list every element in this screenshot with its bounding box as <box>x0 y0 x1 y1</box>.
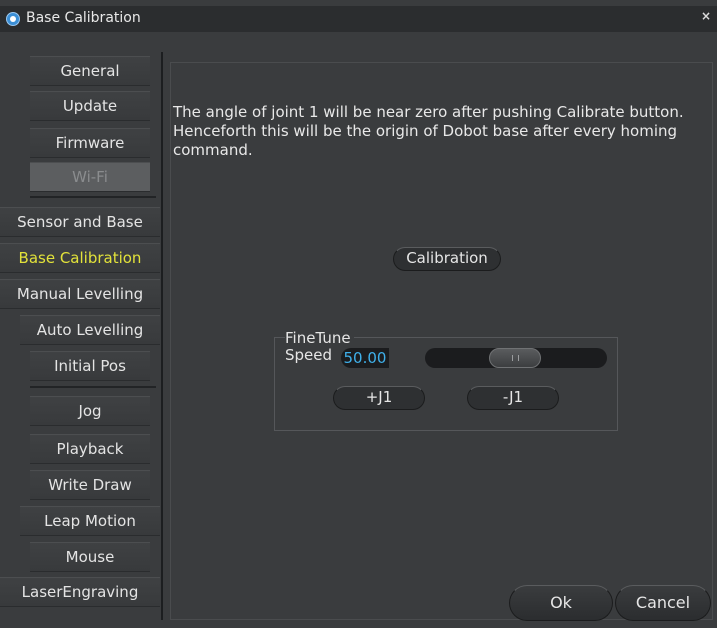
sidebar-item-mouse[interactable]: Mouse <box>30 542 150 572</box>
sidebar-divider <box>30 196 156 198</box>
speed-label: Speed <box>285 346 333 364</box>
speed-slider-handle[interactable] <box>489 348 541 368</box>
sidebar-panel-divider <box>161 52 163 620</box>
title-bar-underline <box>0 32 717 44</box>
sidebar-item-initial-pos[interactable]: Initial Pos <box>30 351 150 381</box>
sidebar-item-wifi[interactable]: Wi-Fi <box>30 162 150 192</box>
sidebar-item-auto-levelling[interactable]: Auto Levelling <box>20 315 160 345</box>
sidebar-divider <box>30 386 156 388</box>
close-icon[interactable]: × <box>701 9 711 23</box>
window-title: Base Calibration <box>26 10 141 26</box>
calibration-button[interactable]: Calibration <box>393 247 501 271</box>
base-calibration-panel: The angle of joint 1 will be near zero a… <box>170 62 713 621</box>
cancel-button[interactable]: Cancel <box>615 585 711 621</box>
sidebar-item-leap-motion[interactable]: Leap Motion <box>20 506 160 536</box>
sidebar-item-base-calibration[interactable]: Base Calibration <box>0 243 160 273</box>
ok-button[interactable]: Ok <box>509 585 613 621</box>
base-calibration-window: Base Calibration × General Update Firmwa… <box>0 0 717 628</box>
calibration-description: The angle of joint 1 will be near zero a… <box>173 103 684 159</box>
sidebar-item-sensor-and-base[interactable]: Sensor and Base <box>0 207 160 237</box>
sidebar-item-playback[interactable]: Playback <box>30 434 150 464</box>
sidebar-item-update[interactable]: Update <box>30 91 150 121</box>
title-bar: Base Calibration × <box>0 6 717 32</box>
speed-value-field[interactable]: 50.00 <box>341 348 389 368</box>
finetune-legend: FineTune <box>285 330 354 346</box>
finetune-group: FineTune Speed 50.00 +J1 -J1 <box>274 330 618 431</box>
sidebar: General Update Firmware Wi-Fi Sensor and… <box>0 50 162 622</box>
plus-j1-button[interactable]: +J1 <box>333 386 425 410</box>
minus-j1-button[interactable]: -J1 <box>467 386 559 410</box>
sidebar-item-general[interactable]: General <box>30 56 150 86</box>
sidebar-item-write-draw[interactable]: Write Draw <box>30 470 150 500</box>
speed-slider[interactable] <box>425 348 607 368</box>
sidebar-item-manual-levelling[interactable]: Manual Levelling <box>0 279 160 309</box>
sidebar-item-laser-engraving[interactable]: LaserEngraving <box>0 577 160 607</box>
sidebar-item-jog[interactable]: Jog <box>30 396 150 426</box>
dobot-logo-icon <box>6 12 20 26</box>
sidebar-item-firmware[interactable]: Firmware <box>30 128 150 158</box>
